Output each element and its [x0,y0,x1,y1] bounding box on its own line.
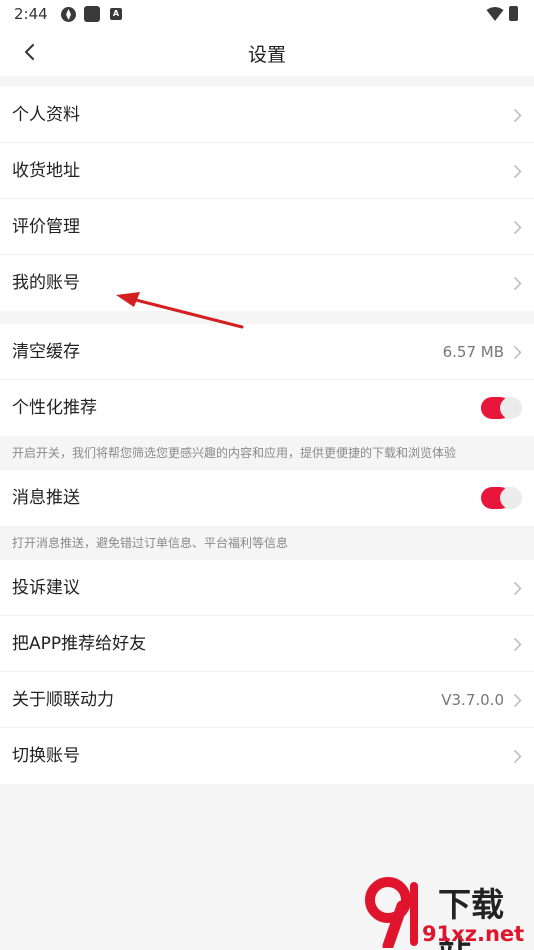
settings-group-account: 个人资料 收货地址 评价管理 我的账号 [0,87,534,311]
watermark-logo: 下载站 91xz.net [358,872,534,950]
settings-row-share-app[interactable]: 把APP推荐给好友 [0,616,534,672]
notification-icon [84,6,100,22]
row-label: 把APP推荐给好友 [12,634,147,654]
toggle-knob [500,397,522,419]
app-notification-icon: A [110,8,122,20]
chevron-right-icon [514,694,522,707]
settings-group-preferences: 清空缓存 6.57 MB 个性化推荐 [0,324,534,436]
watermark-mark-icon [365,877,418,948]
settings-group-other: 投诉建议 把APP推荐给好友 关于顺联动力 V3.7.0.0 切换账号 [0,560,534,784]
page-title: 设置 [247,44,286,66]
app-version: V3.7.0.0 [441,691,504,709]
row-label: 个人资料 [12,105,80,125]
settings-row-my-account[interactable]: 我的账号 [0,255,534,311]
battery-icon [509,6,518,21]
row-label: 消息推送 [12,488,80,508]
hint-text: 打开消息推送，避免错过订单信息、平台福利等信息 [12,536,289,550]
row-label: 切换账号 [12,746,80,766]
row-label: 关于顺联动力 [12,690,114,710]
settings-row-about[interactable]: 关于顺联动力 V3.7.0.0 [0,672,534,728]
wifi-icon [486,7,504,21]
row-label: 我的账号 [12,273,80,293]
chevron-right-icon [514,109,522,122]
personalized-hint: 开启开关，我们将帮您筛选您更感兴趣的内容和应用，提供更便捷的下载和浏览体验 [0,436,534,470]
watermark-domain: 91xz.net [422,922,525,946]
chevron-right-icon [514,582,522,595]
push-hint: 打开消息推送，避免错过订单信息、平台福利等信息 [0,526,534,560]
settings-row-reviews[interactable]: 评价管理 [0,199,534,255]
toggle-knob [500,487,522,509]
row-label: 评价管理 [12,217,80,237]
settings-row-switch-account[interactable]: 切换账号 [0,728,534,784]
nav-bar: 设置 [0,28,534,76]
push-toggle[interactable] [481,487,522,509]
settings-row-feedback[interactable]: 投诉建议 [0,560,534,616]
settings-row-address[interactable]: 收货地址 [0,143,534,199]
chevron-right-icon [514,346,522,359]
row-label: 个性化推荐 [12,398,97,418]
status-bar: 2:44 A [0,0,534,28]
chevron-right-icon [514,221,522,234]
settings-row-personalized: 个性化推荐 [0,380,534,436]
chevron-right-icon [514,165,522,178]
settings-row-clear-cache[interactable]: 清空缓存 6.57 MB [0,324,534,380]
chevron-right-icon [514,277,522,290]
row-label: 投诉建议 [12,578,80,598]
row-label: 收货地址 [12,161,80,181]
chevron-right-icon [514,638,522,651]
settings-group-push: 消息推送 [0,470,534,526]
row-label: 清空缓存 [12,342,80,362]
chevron-right-icon [514,750,522,763]
network-icon [61,7,76,22]
personalized-toggle[interactable] [481,397,522,419]
cache-size: 6.57 MB [442,343,504,361]
hint-text: 开启开关，我们将帮您筛选您更感兴趣的内容和应用，提供更便捷的下载和浏览体验 [12,446,457,460]
settings-row-push: 消息推送 [0,470,534,526]
status-time: 2:44 [14,5,48,23]
settings-row-profile[interactable]: 个人资料 [0,87,534,143]
